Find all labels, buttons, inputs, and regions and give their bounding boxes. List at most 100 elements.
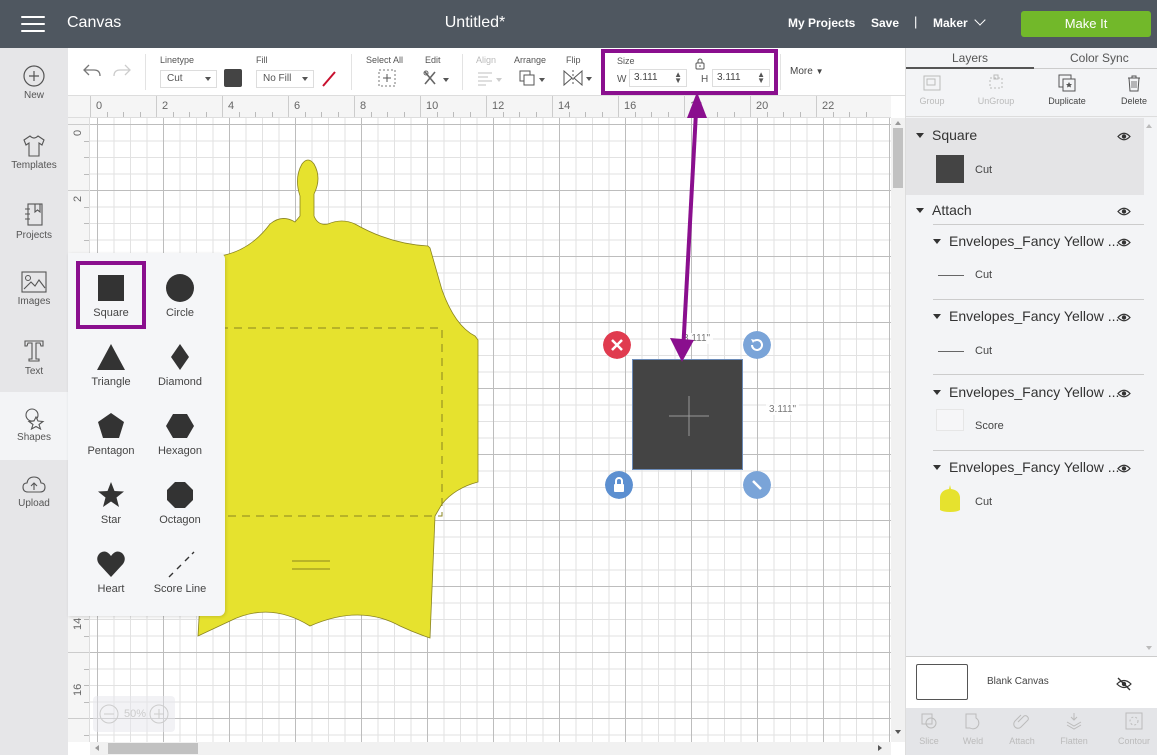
- machine-selector[interactable]: Maker: [933, 14, 986, 30]
- lock-ratio-icon[interactable]: [694, 57, 706, 70]
- zoom-in-icon[interactable]: [149, 704, 169, 724]
- nav-images[interactable]: Images: [0, 260, 68, 328]
- more-button[interactable]: More ▼: [790, 66, 824, 77]
- visibility-eye-icon[interactable]: [1117, 464, 1131, 473]
- lock-handle-icon[interactable]: [605, 471, 633, 499]
- undo-icon[interactable]: [82, 63, 102, 79]
- nav-text[interactable]: Text: [0, 328, 68, 396]
- layers-scroll-up-icon[interactable]: [1146, 124, 1152, 128]
- visibility-eye-icon[interactable]: [1117, 207, 1131, 216]
- nav-projects[interactable]: Projects: [0, 192, 68, 260]
- hexagon-shape-icon: [166, 414, 194, 438]
- scrollbar-thumb[interactable]: [108, 743, 198, 754]
- contour-button[interactable]: Contour: [1112, 712, 1156, 746]
- resize-handle-icon[interactable]: [743, 471, 771, 499]
- shape-square[interactable]: Square: [76, 261, 146, 329]
- rotate-handle-icon[interactable]: [743, 331, 771, 359]
- shapes-panel: Square Circle Triangle Diamond Pentagon Hexag…: [68, 253, 225, 616]
- nav-new[interactable]: New: [0, 54, 68, 122]
- flip-button[interactable]: Flip: [562, 48, 594, 96]
- delete-handle-icon[interactable]: [603, 331, 631, 359]
- weld-button[interactable]: Weld: [958, 712, 988, 746]
- ruler-minor-tick: [387, 112, 388, 117]
- selected-square-shape[interactable]: [632, 359, 743, 470]
- nav-upload[interactable]: Upload: [0, 464, 68, 532]
- ungroup-button[interactable]: UnGroup: [974, 74, 1018, 106]
- linetype-dropdown[interactable]: Cut: [160, 70, 217, 88]
- layer-name[interactable]: Square: [916, 127, 977, 143]
- layer-item-envelope[interactable]: Envelopes_Fancy Yellow ...: [933, 308, 1119, 324]
- hidden-eye-icon[interactable]: [1116, 677, 1132, 691]
- shape-circle[interactable]: Circle: [145, 261, 215, 329]
- visibility-eye-icon[interactable]: [1117, 132, 1131, 141]
- nav-shapes[interactable]: Shapes: [0, 392, 68, 460]
- tab-color-sync[interactable]: Color Sync: [1070, 51, 1129, 65]
- delete-button[interactable]: Delete: [1116, 74, 1152, 106]
- visibility-eye-icon[interactable]: [1117, 389, 1131, 398]
- scrollbar-thumb[interactable]: [893, 128, 903, 188]
- canvas-vertical-scrollbar[interactable]: [891, 118, 905, 742]
- slice-button[interactable]: Slice: [914, 712, 944, 746]
- my-projects-link[interactable]: My Projects: [788, 16, 855, 30]
- shapes-icon: [25, 408, 45, 430]
- scroll-left-icon[interactable]: [95, 745, 99, 751]
- linetype-color-swatch[interactable]: [224, 69, 242, 87]
- align-button[interactable]: Align: [474, 48, 506, 96]
- layer-group-attach[interactable]: Attach: [916, 202, 972, 218]
- width-input[interactable]: 3.111 ▲ ▼: [629, 69, 687, 87]
- chevron-down-icon: [974, 14, 986, 26]
- ruler-minor-tick: [535, 112, 537, 117]
- zoom-out-icon[interactable]: [99, 704, 119, 724]
- layer-item-envelope[interactable]: Envelopes_Fancy Yellow ...: [933, 459, 1119, 475]
- layer-item-envelope[interactable]: Envelopes_Fancy Yellow ...: [933, 233, 1119, 249]
- shape-star[interactable]: Star: [76, 468, 146, 536]
- layers-scroll-down-icon[interactable]: [1146, 646, 1152, 650]
- height-dimension-label: 3.111": [766, 404, 800, 415]
- group-button[interactable]: Group: [914, 74, 950, 106]
- fill-dropdown[interactable]: No Fill: [256, 70, 314, 88]
- ruler-minor-tick: [337, 112, 339, 117]
- shape-pentagon[interactable]: Pentagon: [76, 399, 146, 467]
- no-fill-swatch-icon[interactable]: [320, 70, 338, 88]
- make-it-button[interactable]: Make It: [1021, 11, 1151, 37]
- scroll-right-icon[interactable]: [878, 745, 882, 751]
- save-button[interactable]: Save: [871, 16, 899, 30]
- ruler-minor-tick: [766, 112, 768, 117]
- ruler-minor-tick: [469, 112, 471, 117]
- envelope-design[interactable]: [190, 156, 590, 641]
- duplicate-label: Duplicate: [1048, 96, 1086, 106]
- shape-triangle[interactable]: Triangle: [76, 330, 146, 398]
- heart-shape-icon: [97, 551, 125, 577]
- size-control: Size W 3.111 ▲ ▼ H 3.111 ▲ ▼: [617, 48, 777, 96]
- edit-button[interactable]: Edit: [420, 48, 456, 96]
- shape-score-line[interactable]: Score Line: [145, 537, 215, 605]
- canvas-color-swatch[interactable]: [916, 664, 968, 700]
- shape-hexagon[interactable]: Hexagon: [145, 399, 215, 467]
- scroll-up-icon[interactable]: [895, 121, 901, 125]
- stepper-icon[interactable]: ▲ ▼: [757, 71, 765, 85]
- blank-canvas-layer[interactable]: Blank Canvas: [906, 656, 1157, 708]
- attach-button[interactable]: Attach: [1004, 712, 1040, 746]
- fill-label: Fill: [256, 55, 268, 65]
- stepper-icon[interactable]: ▲ ▼: [674, 71, 682, 85]
- layer-name-text: Envelopes_Fancy Yellow ...: [949, 308, 1120, 324]
- flatten-button[interactable]: Flatten: [1056, 712, 1092, 746]
- redo-icon[interactable]: [112, 63, 132, 79]
- duplicate-button[interactable]: Duplicate: [1044, 74, 1090, 106]
- layer-item-envelope[interactable]: Envelopes_Fancy Yellow ...: [933, 384, 1119, 400]
- canvas-horizontal-scrollbar[interactable]: [90, 742, 891, 755]
- shape-diamond[interactable]: Diamond: [145, 330, 215, 398]
- zoom-control: 50%: [93, 696, 175, 732]
- shape-heart[interactable]: Heart: [76, 537, 146, 605]
- height-input[interactable]: 3.111 ▲ ▼: [712, 69, 770, 87]
- select-all-button[interactable]: Select All: [364, 48, 410, 96]
- nav-templates[interactable]: Templates: [0, 124, 68, 192]
- layer-operation: Cut: [975, 164, 993, 176]
- visibility-eye-icon[interactable]: [1117, 313, 1131, 322]
- visibility-eye-icon[interactable]: [1117, 238, 1131, 247]
- shape-octagon[interactable]: Octagon: [145, 468, 215, 536]
- scroll-down-icon[interactable]: [895, 730, 901, 734]
- tab-layers[interactable]: Layers: [952, 51, 988, 65]
- arrange-button[interactable]: Arrange: [514, 48, 554, 96]
- ruler-tick-label: 4: [228, 100, 235, 112]
